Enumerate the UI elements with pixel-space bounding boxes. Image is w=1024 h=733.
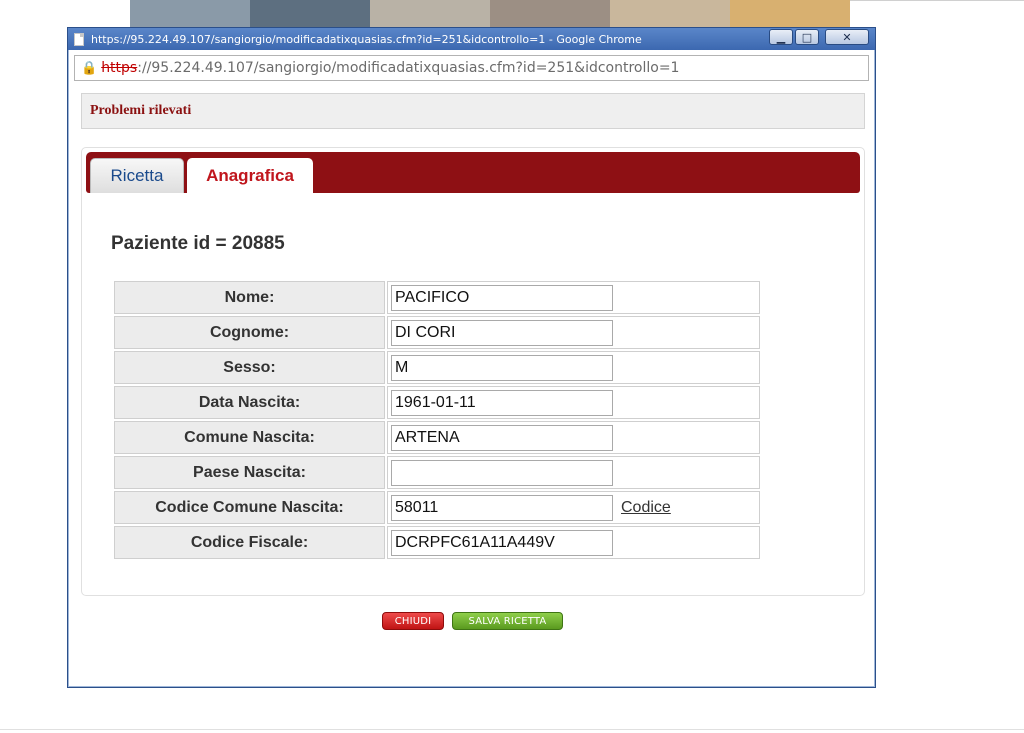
page-icon: [74, 32, 84, 46]
form-row-cognome: Cognome:: [114, 316, 760, 349]
background-divider: [0, 729, 1024, 730]
minimize-button[interactable]: ▁: [769, 29, 793, 45]
form-row-sesso: Sesso:: [114, 351, 760, 384]
problems-title: Problemi rilevati: [90, 103, 192, 118]
tabs-panel: Ricetta Anagrafica Paziente id = 20885 N…: [81, 147, 865, 596]
nome-input[interactable]: [391, 284, 613, 311]
label-nome: Nome:: [114, 281, 385, 314]
patient-title: Paziente id = 20885: [111, 233, 285, 254]
form-row-paese-nascita: Paese Nascita:: [114, 456, 760, 489]
maximize-button[interactable]: □: [795, 29, 819, 45]
data-nascita-input[interactable]: [391, 389, 613, 416]
label-cognome: Cognome:: [114, 316, 385, 349]
codice-fiscale-input[interactable]: [391, 529, 613, 556]
label-codice-fiscale: Codice Fiscale:: [114, 526, 385, 559]
sesso-input[interactable]: [391, 354, 613, 381]
form-row-data-nascita: Data Nascita:: [114, 386, 760, 419]
url-scheme: https: [101, 60, 138, 76]
close-window-button[interactable]: ✕: [825, 29, 869, 45]
codice-link[interactable]: Codice: [621, 499, 671, 517]
cognome-input[interactable]: [391, 319, 613, 346]
tab-bar: Ricetta Anagrafica: [86, 152, 860, 193]
background-page-banner: [130, 0, 850, 30]
insecure-lock-icon: 🔒: [81, 60, 98, 76]
chiudi-button[interactable]: CHIUDI: [382, 612, 444, 630]
background-divider: [850, 0, 1024, 1]
address-bar[interactable]: 🔒 https://95.224.49.107/sangiorgio/modif…: [74, 55, 869, 81]
codice-comune-nascita-input[interactable]: [391, 494, 613, 521]
tab-ricetta[interactable]: Ricetta: [90, 158, 184, 193]
problems-header[interactable]: Problemi rilevati: [81, 93, 865, 129]
popup-window: https://95.224.49.107/sangiorgio/modific…: [67, 27, 876, 688]
url-path: ://95.224.49.107/sangiorgio/modificadati…: [137, 60, 680, 76]
patient-form: Nome: Cognome: Sesso: Data Nascita:: [112, 279, 762, 561]
window-title: https://95.224.49.107/sangiorgio/modific…: [91, 32, 642, 46]
tab-anagrafica[interactable]: Anagrafica: [187, 158, 313, 193]
label-sesso: Sesso:: [114, 351, 385, 384]
form-row-comune-nascita: Comune Nascita:: [114, 421, 760, 454]
form-row-codice-fiscale: Codice Fiscale:: [114, 526, 760, 559]
label-data-nascita: Data Nascita:: [114, 386, 385, 419]
label-comune-nascita: Comune Nascita:: [114, 421, 385, 454]
paese-nascita-input[interactable]: [391, 459, 613, 486]
comune-nascita-input[interactable]: [391, 424, 613, 451]
window-controls: ▁ □ ✕: [769, 29, 869, 45]
form-row-codice-comune-nascita: Codice Comune Nascita: Codice: [114, 491, 760, 524]
label-paese-nascita: Paese Nascita:: [114, 456, 385, 489]
form-row-nome: Nome:: [114, 281, 760, 314]
salva-ricetta-button[interactable]: SALVA RICETTA: [452, 612, 563, 630]
window-titlebar[interactable]: https://95.224.49.107/sangiorgio/modific…: [68, 28, 875, 50]
label-codice-comune-nascita: Codice Comune Nascita:: [114, 491, 385, 524]
